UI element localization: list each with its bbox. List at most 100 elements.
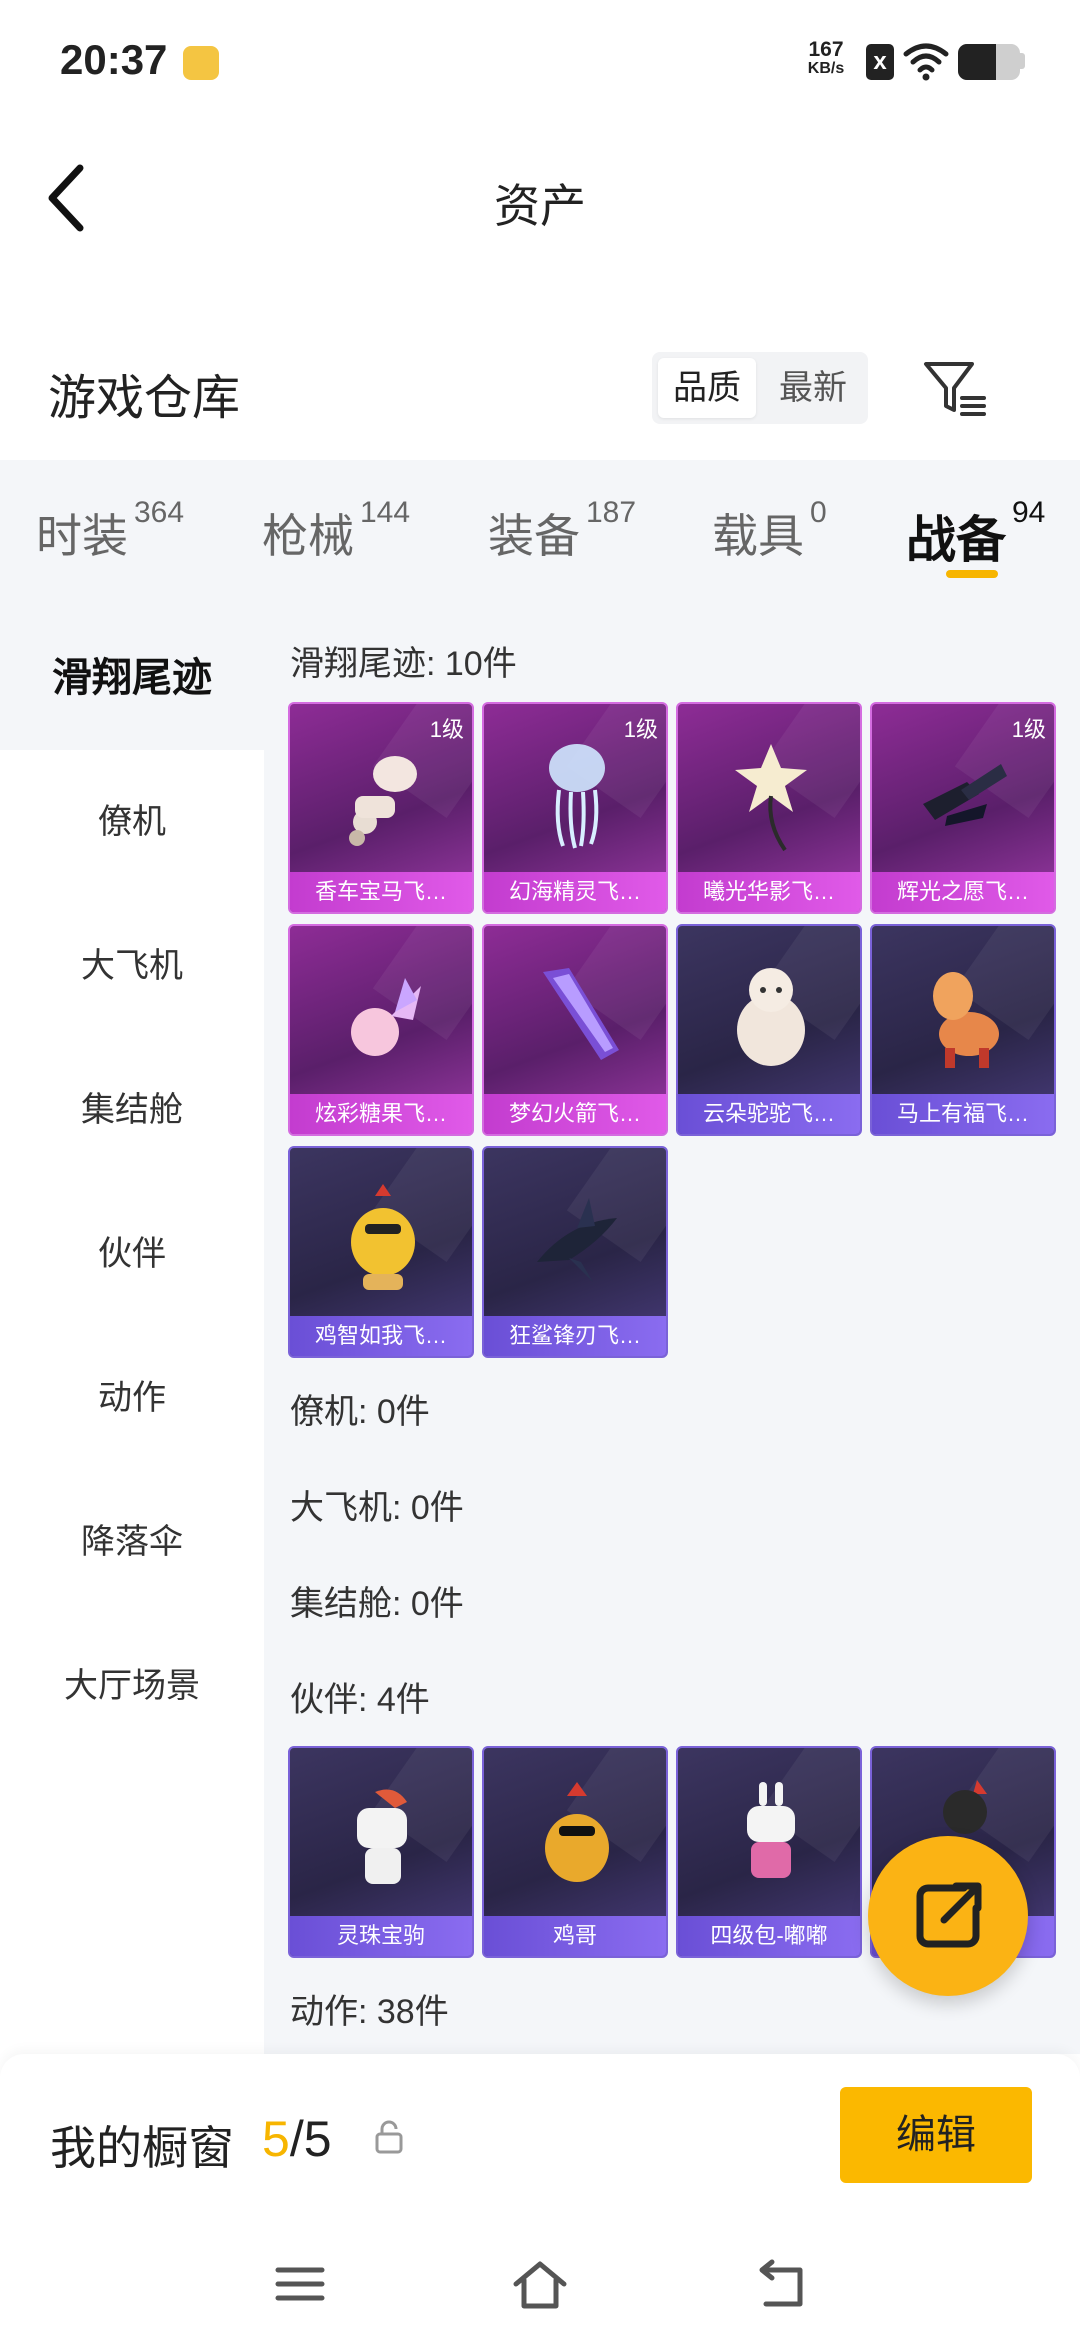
home-icon[interactable]	[510, 2254, 570, 2314]
item-card[interactable]: 梦幻火箭飞…	[482, 924, 668, 1136]
sort-by-quality[interactable]: 品质	[658, 358, 756, 418]
item-level: 1级	[429, 717, 464, 742]
battery-tip	[1020, 53, 1025, 69]
chicken-icon	[351, 1184, 415, 1290]
robot-bunny-icon	[747, 1782, 795, 1878]
showcase-total: 5	[303, 2111, 332, 2167]
page-title: 资产	[494, 180, 586, 232]
sidebar-item-big-plane[interactable]: 大飞机	[0, 894, 264, 1038]
tab-guns[interactable]: 枪械 144	[262, 496, 410, 566]
tab-equipment[interactable]: 装备 187	[488, 496, 636, 566]
active-tab-indicator	[946, 570, 998, 578]
item-name: 四级包-嘟嘟	[678, 1916, 860, 1956]
item-name: 曦光华影飞…	[678, 872, 860, 912]
tab-label: 时装	[36, 510, 128, 562]
item-card[interactable]: 1级 幻海精灵飞…	[482, 702, 668, 914]
sidebar-item-wingman[interactable]: 僚机	[0, 750, 264, 894]
item-card[interactable]: 狂鲨锋刃飞…	[482, 1146, 668, 1358]
status-bar: 20:37 167 KB/s x	[0, 0, 1080, 120]
item-card[interactable]: 曦光华影飞…	[676, 702, 862, 914]
sidebar-item-assembly-pod[interactable]: 集结舱	[0, 1038, 264, 1182]
item-card[interactable]: 鸡哥	[482, 1746, 668, 1958]
status-time: 20:37	[60, 36, 168, 83]
warehouse-title: 游戏仓库	[48, 372, 241, 425]
tab-vehicles[interactable]: 载具 0	[712, 496, 827, 566]
flower-icon	[735, 744, 807, 852]
item-card[interactable]: 云朵驼驼飞…	[676, 924, 862, 1136]
sidebar: 滑翔尾迹 僚机 大飞机 集结舱 伙伴 动作 降落伞 大厅场景	[0, 606, 264, 2054]
rooster-icon	[545, 1782, 609, 1882]
item-card[interactable]: 灵珠宝驹	[288, 1746, 474, 1958]
section-title-glide-trail: 滑翔尾迹: 10件	[290, 645, 517, 683]
rocket-icon	[543, 968, 619, 1060]
sidebar-item-glide-trail[interactable]: 滑翔尾迹	[0, 606, 264, 750]
sim-status-icon: x	[866, 44, 894, 80]
item-name: 香车宝马飞…	[290, 872, 472, 912]
sidebar-item-partner[interactable]: 伙伴	[0, 1182, 264, 1326]
tab-label: 枪械	[262, 510, 354, 562]
tab-count: 187	[586, 496, 637, 529]
shark-icon	[537, 1198, 617, 1282]
section-title-action: 动作: 38件	[290, 1993, 449, 2031]
pony-icon	[357, 1789, 407, 1884]
sidebar-item-parachute[interactable]: 降落伞	[0, 1470, 264, 1614]
sort-toggle: 品质 最新	[652, 352, 868, 424]
item-card[interactable]: 鸡智如我飞…	[288, 1146, 474, 1358]
battery-icon	[958, 44, 1020, 80]
carriage-icon	[349, 756, 417, 846]
tab-count: 0	[810, 496, 827, 529]
share-out-icon	[916, 1882, 982, 1948]
sort-by-newest[interactable]: 最新	[764, 358, 862, 418]
item-card[interactable]: 四级包-嘟嘟	[676, 1746, 862, 1958]
item-card[interactable]: 炫彩糖果飞…	[288, 924, 474, 1136]
tab-label: 战备	[906, 512, 1006, 568]
notification-app-icon	[183, 46, 219, 80]
tab-fashion[interactable]: 时装 364	[36, 496, 184, 566]
item-card[interactable]: 马上有福飞…	[870, 924, 1056, 1136]
item-card[interactable]: 1级 辉光之愿飞…	[870, 702, 1056, 914]
item-name: 云朵驼驼飞…	[678, 1094, 860, 1134]
item-level: 1级	[623, 717, 658, 742]
tab-count: 144	[360, 496, 411, 529]
showcase-separator: /	[289, 2111, 304, 2167]
network-speed-value: 167	[808, 38, 844, 61]
showcase-count: 5/5	[262, 2110, 332, 2168]
battery-level	[958, 44, 997, 80]
showcase-label: 我的橱窗	[50, 2122, 234, 2174]
tab-count: 364	[134, 496, 185, 529]
wifi-icon	[903, 43, 949, 81]
crystal-icon	[923, 764, 1007, 826]
filter-icon[interactable]	[922, 356, 988, 422]
lock-icon	[375, 2120, 403, 2154]
jellyfish-icon	[549, 744, 605, 849]
alpaca-icon	[737, 968, 805, 1066]
back-icon[interactable]	[750, 2254, 810, 2314]
sidebar-item-action[interactable]: 动作	[0, 1326, 264, 1470]
share-button[interactable]	[868, 1836, 1028, 1996]
item-name: 狂鲨锋刃飞…	[484, 1316, 666, 1356]
item-name: 鸡智如我飞…	[290, 1316, 472, 1356]
item-name: 鸡哥	[484, 1916, 666, 1956]
item-name: 辉光之愿飞…	[872, 872, 1054, 912]
tab-label: 装备	[488, 510, 580, 562]
item-name: 灵珠宝驹	[290, 1916, 472, 1956]
section-title-big-plane: 大飞机: 0件	[290, 1489, 464, 1527]
sidebar-item-lobby-scene[interactable]: 大厅场景	[0, 1614, 264, 1758]
network-speed: 167 KB/s	[800, 38, 852, 78]
item-card[interactable]: 1级 香车宝马飞…	[288, 702, 474, 914]
network-speed-unit: KB/s	[807, 60, 845, 77]
item-name: 幻海精灵飞…	[484, 872, 666, 912]
item-name: 马上有福飞…	[872, 1094, 1054, 1134]
edit-button[interactable]: 编辑	[840, 2087, 1032, 2183]
showcase-current: 5	[262, 2111, 290, 2167]
menu-icon[interactable]	[270, 2254, 330, 2314]
section-title-wingman: 僚机: 0件	[290, 1393, 430, 1431]
tab-battle-gear[interactable]: 战备 94	[906, 496, 1045, 572]
section-title-assembly-pod: 集结舱: 0件	[290, 1585, 464, 1623]
tab-count: 94	[1012, 496, 1046, 529]
tab-label: 载具	[712, 510, 804, 562]
candy-icon	[351, 978, 421, 1056]
horse-icon	[933, 972, 999, 1068]
item-name: 梦幻火箭飞…	[484, 1094, 666, 1134]
item-name: 炫彩糖果飞…	[290, 1094, 472, 1134]
